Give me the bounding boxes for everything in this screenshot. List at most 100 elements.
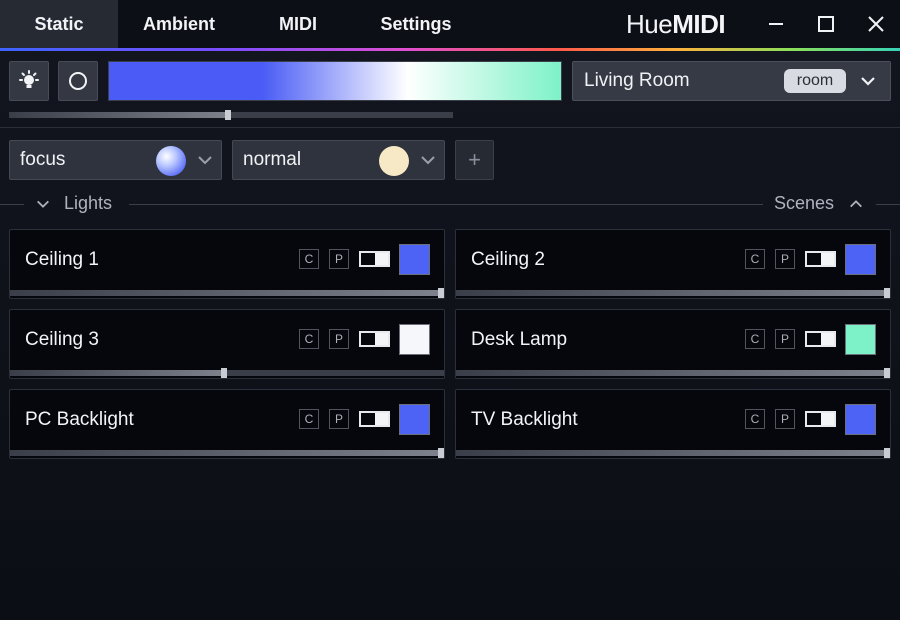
light-name: Ceiling 3 xyxy=(25,329,99,350)
c-button[interactable]: C xyxy=(745,409,765,429)
room-dropdown[interactable]: Living Room room xyxy=(572,61,891,101)
c-button[interactable]: C xyxy=(745,249,765,269)
p-button[interactable]: P xyxy=(775,329,795,349)
slider-fill xyxy=(10,290,444,296)
light-brightness-slider[interactable] xyxy=(456,368,890,378)
circle-icon xyxy=(69,72,87,90)
power-toggle[interactable] xyxy=(805,331,836,347)
minimize-icon xyxy=(769,23,783,25)
c-button[interactable]: C xyxy=(299,329,319,349)
tab-midi[interactable]: MIDI xyxy=(240,0,356,48)
section-label-lights[interactable]: Lights xyxy=(64,193,112,214)
accent-strip xyxy=(0,48,900,51)
divider xyxy=(0,127,900,128)
light-color-swatch[interactable] xyxy=(845,244,876,275)
slider-fill xyxy=(10,370,227,376)
light-color-swatch[interactable] xyxy=(845,404,876,435)
tab-label: MIDI xyxy=(279,13,317,34)
slider-handle[interactable] xyxy=(221,368,227,378)
light-card[interactable]: Ceiling 3 CP xyxy=(9,309,445,379)
light-name: Desk Lamp xyxy=(471,329,568,350)
light-brightness-slider[interactable] xyxy=(10,448,444,458)
scene-color-swatch xyxy=(156,146,186,176)
p-button[interactable]: P xyxy=(329,409,349,429)
p-button[interactable]: P xyxy=(775,409,795,429)
scene-name: focus xyxy=(20,149,66,170)
c-button[interactable]: C xyxy=(299,409,319,429)
slider-handle[interactable] xyxy=(438,288,444,298)
tab-ambient[interactable]: Ambient xyxy=(118,0,240,48)
slider-handle[interactable] xyxy=(225,110,231,120)
section-label-scenes[interactable]: Scenes xyxy=(774,193,834,214)
color-gradient-bar[interactable] xyxy=(108,61,562,101)
divider xyxy=(876,204,900,205)
brightness-button[interactable] xyxy=(9,61,49,101)
power-toggle[interactable] xyxy=(359,251,390,267)
chevron-up-icon[interactable] xyxy=(848,196,864,212)
c-button[interactable]: C xyxy=(299,249,319,269)
slider-fill xyxy=(456,450,890,456)
p-button[interactable]: P xyxy=(329,329,349,349)
chevron-down-icon[interactable] xyxy=(35,196,51,212)
divider xyxy=(129,204,763,205)
slider-handle[interactable] xyxy=(884,288,890,298)
light-brightness-slider[interactable] xyxy=(456,288,890,298)
tab-label: Static xyxy=(34,13,84,34)
light-card[interactable]: Ceiling 1 CP xyxy=(9,229,445,299)
light-card[interactable]: PC Backlight C P xyxy=(9,389,445,459)
power-button[interactable] xyxy=(58,61,98,101)
power-toggle[interactable] xyxy=(359,411,390,427)
light-card[interactable]: Desk Lamp C P xyxy=(455,309,891,379)
slider-fill xyxy=(9,112,231,118)
scene-color-swatch xyxy=(379,146,409,176)
light-name: Ceiling 1 xyxy=(25,249,99,270)
light-color-swatch[interactable] xyxy=(399,404,430,435)
slider-handle[interactable] xyxy=(884,368,890,378)
c-button[interactable]: C xyxy=(745,329,765,349)
light-color-swatch[interactable] xyxy=(399,324,430,355)
power-toggle[interactable] xyxy=(805,411,836,427)
p-button[interactable]: P xyxy=(775,249,795,269)
power-toggle[interactable] xyxy=(805,251,836,267)
add-scene-button[interactable]: + xyxy=(455,140,494,180)
p-button[interactable]: P xyxy=(329,249,349,269)
light-color-swatch[interactable] xyxy=(845,324,876,355)
tab-static[interactable]: Static xyxy=(0,0,118,48)
tab-label: Ambient xyxy=(143,13,215,34)
light-brightness-slider[interactable] xyxy=(10,288,444,298)
toggle-knob xyxy=(375,413,388,425)
room-name: Living Room xyxy=(584,70,690,91)
tab-settings[interactable]: Settings xyxy=(356,0,476,48)
light-brightness-slider[interactable] xyxy=(10,368,444,378)
master-brightness-slider[interactable] xyxy=(9,110,453,120)
maximize-button[interactable] xyxy=(810,8,842,40)
scene-name: normal xyxy=(243,149,302,170)
light-card[interactable]: TV Backlight C P xyxy=(455,389,891,459)
scene-dropdown-normal[interactable]: normal xyxy=(232,140,445,180)
toggle-knob xyxy=(821,333,834,345)
slider-handle[interactable] xyxy=(884,448,890,458)
light-brightness-slider[interactable] xyxy=(456,448,890,458)
sun-icon xyxy=(19,70,39,88)
toggle-knob xyxy=(375,333,388,345)
maximize-icon xyxy=(818,16,834,32)
light-color-swatch[interactable] xyxy=(399,244,430,275)
slider-handle[interactable] xyxy=(438,448,444,458)
light-card[interactable]: Ceiling 2 CP xyxy=(455,229,891,299)
toggle-knob xyxy=(375,253,388,265)
room-type-badge: room xyxy=(784,69,846,93)
toggle-knob xyxy=(821,413,834,425)
toggle-knob xyxy=(821,253,834,265)
close-button[interactable] xyxy=(860,8,892,40)
divider xyxy=(0,204,24,205)
light-name: PC Backlight xyxy=(25,409,134,430)
power-toggle[interactable] xyxy=(359,331,390,347)
app-logo: Hue MIDI xyxy=(626,8,726,40)
chevron-down-icon xyxy=(421,156,435,165)
chevron-down-icon xyxy=(861,77,875,86)
plus-icon: + xyxy=(468,147,481,172)
minimize-button[interactable] xyxy=(760,8,792,40)
close-icon xyxy=(868,16,884,32)
scene-dropdown-focus[interactable]: focus xyxy=(9,140,222,180)
light-name: TV Backlight xyxy=(471,409,578,430)
